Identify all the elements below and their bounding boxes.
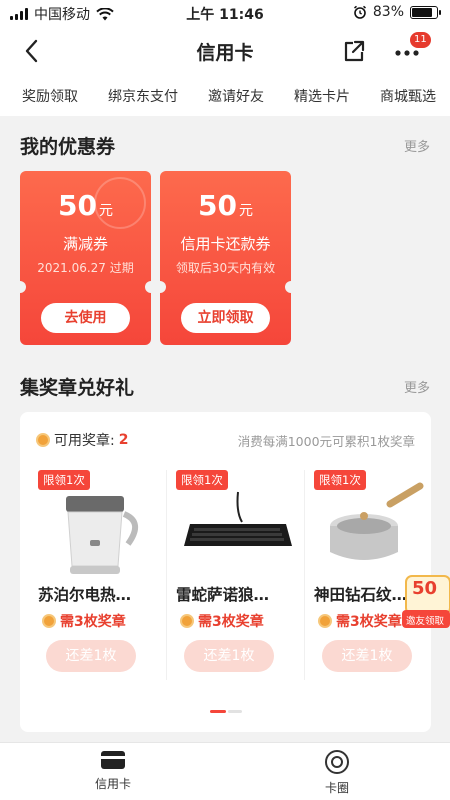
tab-invite[interactable]: 邀请好友 bbox=[208, 86, 264, 106]
coupons-more-link[interactable]: 更多 bbox=[404, 136, 430, 155]
medal-icon bbox=[42, 614, 56, 628]
medals-required: 需3枚奖章 bbox=[42, 611, 126, 631]
coupons-title: 我的优惠券 bbox=[20, 136, 116, 158]
product-card[interactable]: 限领1次 苏泊尔电热… 需3枚奖章 还差1枚 bbox=[38, 470, 164, 710]
keyboard-icon bbox=[184, 491, 292, 546]
badge-amount: 50 bbox=[412, 578, 438, 599]
circle-icon bbox=[325, 750, 349, 774]
carousel-indicator bbox=[210, 710, 242, 713]
medals-more-link[interactable]: 更多 bbox=[404, 377, 430, 396]
tab-bind-pay[interactable]: 绑京东支付 bbox=[108, 86, 178, 106]
medal-rule: 消费每满1000元可累积1枚奖章 bbox=[237, 434, 415, 449]
coupon-card[interactable]: 50 元 满减券 2021.06.27 过期 去使用 bbox=[14, 171, 157, 345]
medals-required: 需3枚奖章 bbox=[318, 611, 402, 631]
product-card[interactable]: 限领1次 雷蛇萨诺狼… 需3枚奖章 还差1枚 bbox=[176, 470, 302, 710]
badge-label: 邀友领取 bbox=[406, 616, 445, 627]
alarm-icon bbox=[353, 5, 366, 19]
coupon-amount: 50 元 bbox=[58, 189, 113, 222]
redeem-button[interactable]: 还差1枚 bbox=[322, 640, 412, 672]
coupon-name: 信用卡还款券 bbox=[180, 235, 271, 253]
share-icon[interactable] bbox=[341, 38, 367, 64]
tab-reward[interactable]: 奖励领取 bbox=[22, 86, 78, 106]
medals-required: 需3枚奖章 bbox=[180, 611, 264, 631]
available-medals: 可用奖章: 2 bbox=[36, 430, 128, 450]
battery-icon bbox=[410, 5, 441, 19]
use-coupon-button[interactable]: 去使用 bbox=[41, 303, 130, 333]
tab-mall[interactable]: 商城甄选 bbox=[380, 86, 436, 106]
card-icon bbox=[101, 751, 125, 769]
nav-bar: 信用卡 11 bbox=[0, 26, 450, 76]
tab-cards[interactable]: 精选卡片 bbox=[294, 86, 350, 106]
invite-float-badge[interactable]: 50 邀友领取 bbox=[402, 572, 450, 630]
medals-card: 可用奖章: 2 消费每满1000元可累积1枚奖章 限领1次 苏泊尔电热… 需3枚… bbox=[20, 412, 431, 732]
medals-title: 集奖章兑好礼 bbox=[20, 377, 135, 399]
kettle-icon bbox=[66, 496, 138, 574]
coupon-amount: 50 元 bbox=[198, 189, 253, 222]
redeem-button[interactable]: 还差1枚 bbox=[184, 640, 274, 672]
category-tabs: 奖励领取 绑京东支付 邀请好友 精选卡片 商城甄选 bbox=[0, 76, 450, 116]
bottom-tab-bar: 信用卡 卡圈 bbox=[0, 742, 450, 800]
status-bar: 中国移动 上午 11:46 83% bbox=[0, 0, 450, 26]
claim-coupon-button[interactable]: 立即领取 bbox=[181, 303, 270, 333]
battery-fill bbox=[412, 7, 432, 17]
medal-icon bbox=[36, 433, 50, 447]
tab-card-circle[interactable]: 卡圈 bbox=[292, 749, 382, 796]
product-name: 苏泊尔电热… bbox=[38, 586, 132, 604]
limit-tag: 限领1次 bbox=[314, 470, 366, 490]
pot-icon bbox=[330, 482, 424, 560]
available-label: 可用奖章: bbox=[54, 433, 115, 449]
product-name: 雷蛇萨诺狼… bbox=[176, 586, 270, 604]
battery-percent: 83% bbox=[372, 4, 404, 20]
coupon-name: 满减券 bbox=[62, 235, 108, 253]
coupon-expiry: 2021.06.27 过期 bbox=[37, 261, 134, 275]
redeem-button[interactable]: 还差1枚 bbox=[46, 640, 136, 672]
notification-badge: 11 bbox=[410, 32, 431, 48]
available-count: 2 bbox=[118, 432, 129, 448]
coupon-validity: 领取后30天内有效 bbox=[175, 261, 276, 275]
tab-label: 卡圈 bbox=[324, 781, 349, 795]
limit-tag: 限领1次 bbox=[176, 470, 228, 490]
medal-icon bbox=[180, 614, 194, 628]
page-title: 信用卡 bbox=[196, 42, 254, 64]
limit-tag: 限领1次 bbox=[38, 470, 90, 490]
tab-label: 信用卡 bbox=[94, 777, 131, 791]
tab-credit-card[interactable]: 信用卡 bbox=[68, 749, 158, 792]
medal-icon bbox=[318, 614, 332, 628]
status-right: 83% bbox=[353, 4, 441, 20]
coupon-card[interactable]: 50 元 信用卡还款券 领取后30天内有效 立即领取 bbox=[154, 171, 297, 345]
